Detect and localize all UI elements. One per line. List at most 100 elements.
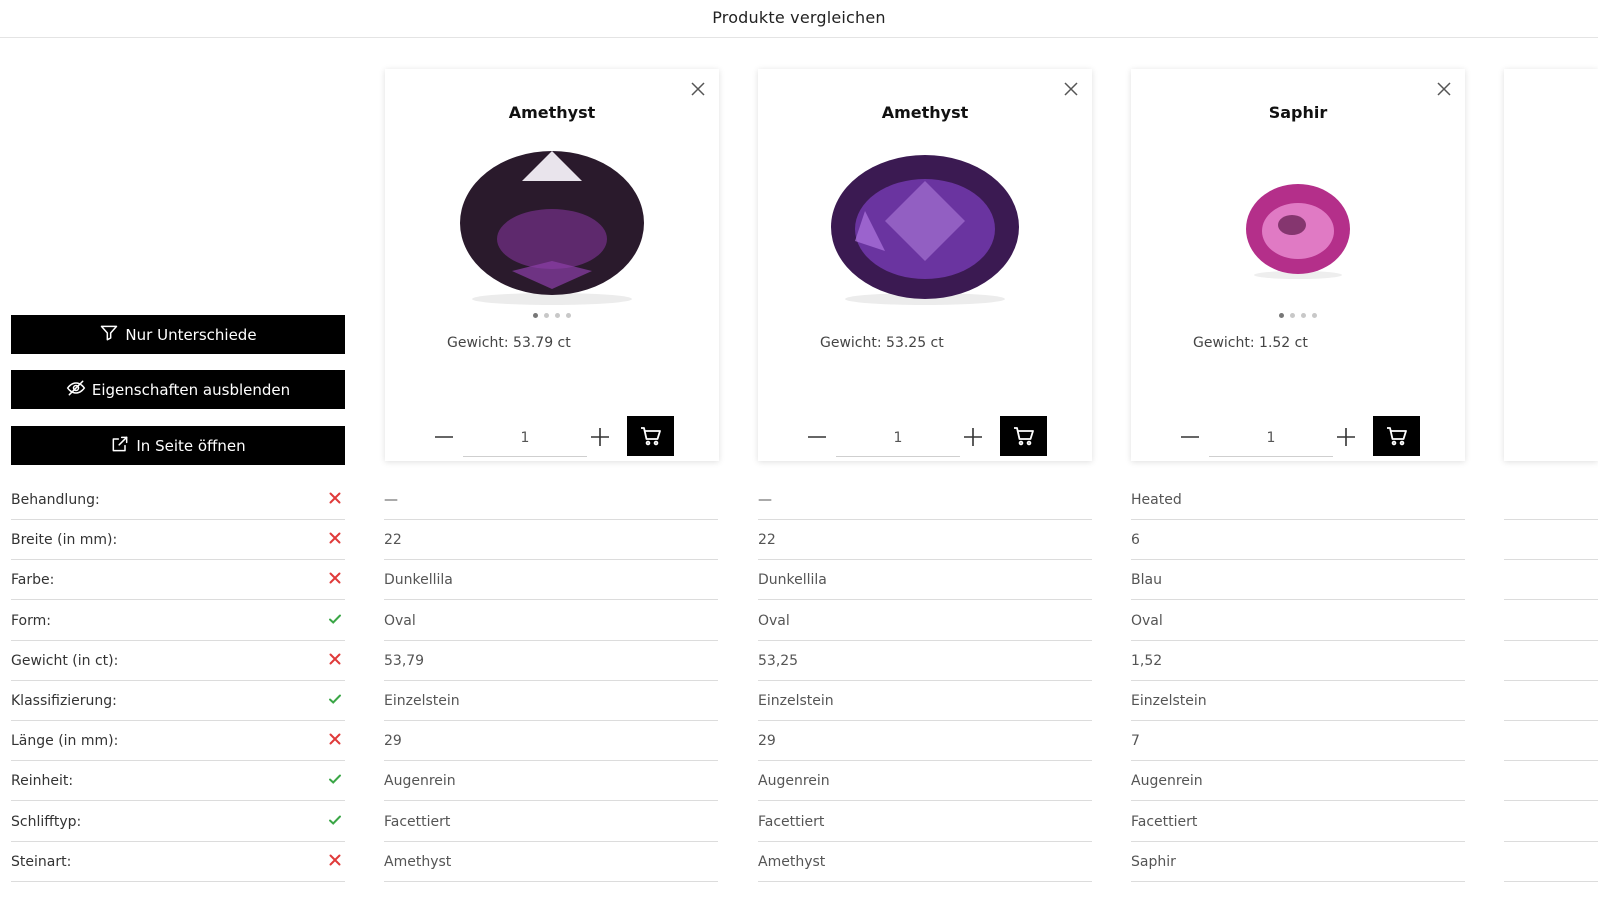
value-cell: Saphir <box>1131 842 1465 882</box>
value-cell: — <box>384 480 718 520</box>
image-pagination[interactable] <box>1131 313 1465 318</box>
value-cell-partial <box>1504 681 1598 721</box>
cross-icon <box>328 732 342 746</box>
only-differences-button[interactable]: Nur Unterschiede <box>11 315 345 354</box>
cart-icon <box>640 427 661 446</box>
value-cell: Blau <box>1131 560 1465 601</box>
value-text: — <box>384 492 398 508</box>
value-text: Amethyst <box>384 853 452 870</box>
product-name: Amethyst <box>881 103 969 122</box>
value-cell-partial <box>1504 761 1598 802</box>
minus-icon[interactable] <box>806 426 828 448</box>
quantity-input[interactable] <box>836 420 960 457</box>
only-differences-label: Nur Unterschiede <box>125 325 257 344</box>
value-text: 29 <box>384 733 402 750</box>
attribute-label: Behandlung: <box>11 492 100 508</box>
plus-icon[interactable] <box>589 426 611 448</box>
attribute-row: Farbe: <box>11 560 345 601</box>
add-to-cart-button[interactable] <box>627 416 674 456</box>
value-cell: Amethyst <box>758 842 1092 882</box>
filter-icon <box>99 323 119 347</box>
value-text: Saphir <box>1131 853 1176 870</box>
quantity-stepper <box>433 416 674 457</box>
value-cell: Augenrein <box>384 761 718 802</box>
value-cell: 6 <box>1131 520 1465 561</box>
quantity-input[interactable] <box>1209 420 1333 457</box>
minus-icon[interactable] <box>433 426 455 448</box>
product-image[interactable] <box>1198 141 1398 311</box>
open-in-page-button[interactable]: In Seite öffnen <box>11 426 345 465</box>
add-to-cart-button[interactable] <box>1000 416 1047 456</box>
minus-icon[interactable] <box>1179 426 1201 448</box>
value-cell: Oval <box>1131 601 1465 641</box>
value-cell: 53,79 <box>384 641 718 681</box>
product-image[interactable] <box>452 141 652 311</box>
plus-icon[interactable] <box>1335 426 1357 448</box>
attribute-label: Breite (in mm): <box>11 532 118 549</box>
attribute-row: Form: <box>11 601 345 641</box>
value-cell: Oval <box>384 601 718 641</box>
value-text: 22 <box>384 532 402 549</box>
value-text: Augenrein <box>384 773 456 790</box>
value-text: 1,52 <box>1131 652 1163 669</box>
value-cell: — <box>758 480 1092 520</box>
weight-label: Gewicht: <box>447 335 509 351</box>
product-name: Amethyst <box>508 103 596 122</box>
value-text: Heated <box>1131 492 1182 508</box>
add-to-cart-button[interactable] <box>1373 416 1420 456</box>
value-text: Dunkellila <box>758 572 827 589</box>
attribute-row: Behandlung: <box>11 480 345 520</box>
value-text: Amethyst <box>758 853 826 870</box>
hide-properties-button[interactable]: Eigenschaften ausblenden <box>11 370 345 409</box>
value-text: Blau <box>1131 572 1162 589</box>
value-text: 22 <box>758 532 776 549</box>
value-text: 53,79 <box>384 652 425 669</box>
value-text: Einzelstein <box>384 693 460 709</box>
product-card: Amethyst Gewicht: 53.25 ct <box>758 69 1092 461</box>
close-icon[interactable] <box>1437 81 1451 96</box>
check-icon <box>328 772 342 786</box>
value-text: Augenrein <box>1131 773 1203 790</box>
quantity-input[interactable] <box>463 420 587 457</box>
close-icon[interactable] <box>691 81 705 96</box>
attribute-label: Klassifizierung: <box>11 693 117 709</box>
top-bar: Produkte vergleichen <box>0 0 1598 38</box>
quantity-stepper <box>1179 416 1420 457</box>
value-cell: Facettiert <box>384 802 718 842</box>
product-card: Amethyst Gewicht: 53.79 ct <box>385 69 719 461</box>
weight-value: 53.79 ct <box>513 335 571 351</box>
value-cell: 1,52 <box>1131 641 1465 681</box>
value-text: Einzelstein <box>1131 693 1207 709</box>
attribute-row: Schlifftyp: <box>11 802 345 842</box>
value-cell: Oval <box>758 601 1092 641</box>
image-pagination[interactable] <box>385 313 719 318</box>
value-cell: 29 <box>758 721 1092 762</box>
plus-icon[interactable] <box>962 426 984 448</box>
value-text: Facettiert <box>758 813 825 830</box>
attribute-label: Schlifftyp: <box>11 813 82 830</box>
page-title: Produkte vergleichen <box>712 8 886 27</box>
value-cell: Einzelstein <box>384 681 718 721</box>
value-text: Oval <box>384 612 416 629</box>
product-image[interactable] <box>825 141 1025 311</box>
weight-value: 53.25 ct <box>886 335 944 351</box>
product-name: Saphir <box>1268 103 1328 122</box>
external-link-icon <box>110 434 130 458</box>
value-text: Facettiert <box>384 813 451 830</box>
cart-icon <box>1013 427 1034 446</box>
value-text: 53,25 <box>758 652 799 669</box>
attribute-row: Reinheit: <box>11 761 345 802</box>
value-cell: Augenrein <box>758 761 1092 802</box>
attribute-label: Gewicht (in ct): <box>11 652 119 669</box>
value-text: Einzelstein <box>758 693 834 709</box>
value-cell-partial <box>1504 601 1598 641</box>
value-text: 29 <box>758 733 776 750</box>
value-cell: Dunkellila <box>758 560 1092 601</box>
weight-label: Gewicht: <box>820 335 882 351</box>
close-icon[interactable] <box>1064 81 1078 96</box>
attribute-label: Farbe: <box>11 572 55 589</box>
attribute-label: Reinheit: <box>11 773 74 790</box>
quantity-stepper <box>806 416 1047 457</box>
product-card: Saphir Gewicht: 1.52 ct <box>1131 69 1465 461</box>
value-text: Oval <box>1131 612 1163 629</box>
